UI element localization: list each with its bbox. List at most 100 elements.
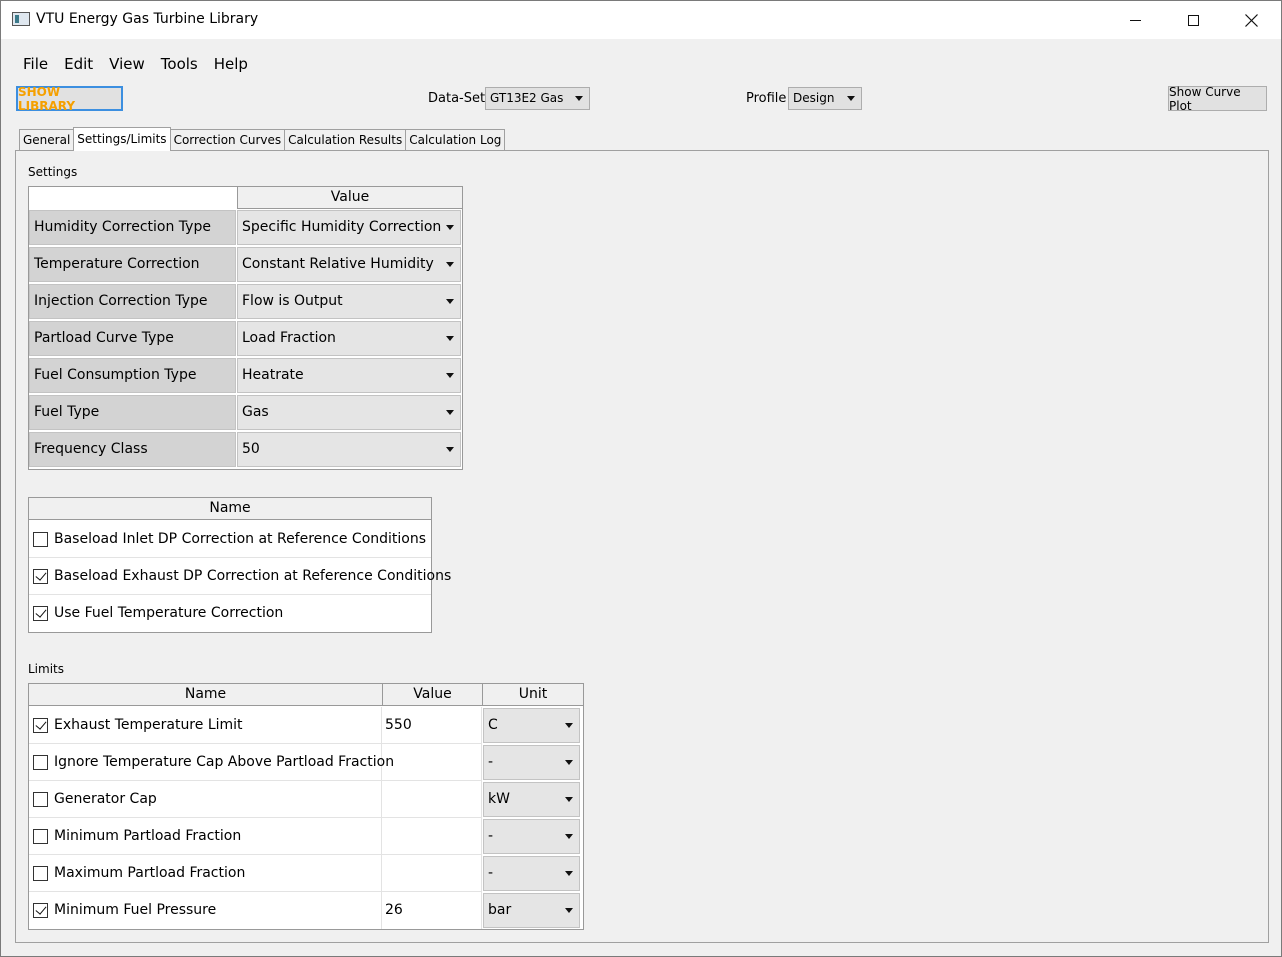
menu-help[interactable]: Help bbox=[206, 53, 256, 77]
setting-value: 50 bbox=[242, 441, 260, 457]
tab-correction-curves[interactable]: Correction Curves bbox=[169, 129, 286, 151]
limit-value-input[interactable]: 26 bbox=[382, 892, 482, 929]
checkbox[interactable] bbox=[33, 792, 48, 807]
limit-name-cell[interactable]: Ignore Temperature Cap Above Partload Fr… bbox=[29, 744, 394, 781]
list-item[interactable]: Baseload Exhaust DP Correction at Refere… bbox=[29, 558, 451, 595]
chevron-down-icon bbox=[446, 410, 454, 415]
setting-value-select[interactable]: Constant Relative Humidity bbox=[237, 247, 461, 282]
setting-name: Injection Correction Type bbox=[29, 284, 236, 319]
table-row: Minimum Partload Fraction - bbox=[29, 818, 582, 855]
setting-name: Frequency Class bbox=[29, 432, 236, 467]
limit-name-cell[interactable]: Exhaust Temperature Limit bbox=[29, 707, 382, 744]
limit-unit: - bbox=[488, 828, 494, 844]
table-row: Minimum Fuel Pressure 26 bar bbox=[29, 892, 582, 929]
checkbox[interactable] bbox=[33, 829, 48, 844]
limit-name: Exhaust Temperature Limit bbox=[54, 717, 243, 733]
limit-unit-select[interactable]: - bbox=[483, 819, 580, 854]
title-bar: VTU Energy Gas Turbine Library bbox=[1, 1, 1281, 39]
profile-label: Profile bbox=[746, 91, 787, 106]
setting-value-select[interactable]: 50 bbox=[237, 432, 461, 467]
settings-limits-panel: Settings Value Humidity Correction Type … bbox=[15, 150, 1269, 943]
tab-general[interactable]: General bbox=[19, 129, 75, 151]
limit-name: Minimum Partload Fraction bbox=[54, 828, 242, 844]
minimize-button[interactable] bbox=[1106, 1, 1164, 39]
menu-file[interactable]: File bbox=[15, 53, 56, 77]
menu-view[interactable]: View bbox=[101, 53, 153, 77]
checkbox[interactable] bbox=[33, 532, 48, 547]
limits-section-label: Limits bbox=[28, 662, 64, 676]
option-label: Baseload Exhaust DP Correction at Refere… bbox=[54, 568, 452, 584]
checkbox[interactable] bbox=[33, 718, 48, 733]
chevron-down-icon bbox=[446, 373, 454, 378]
setting-value: Gas bbox=[242, 404, 269, 420]
settings-value-header: Value bbox=[237, 187, 462, 209]
limit-value-input[interactable] bbox=[382, 855, 482, 892]
limit-name-cell[interactable]: Minimum Fuel Pressure bbox=[29, 892, 382, 929]
app-icon bbox=[12, 12, 30, 26]
limit-unit-select[interactable]: bar bbox=[483, 893, 580, 928]
checkbox[interactable] bbox=[33, 569, 48, 584]
limit-value-input[interactable]: 550 bbox=[382, 707, 482, 744]
table-row: Maximum Partload Fraction - bbox=[29, 855, 582, 892]
list-item[interactable]: Use Fuel Temperature Correction bbox=[29, 595, 431, 632]
chevron-down-icon bbox=[565, 760, 573, 765]
setting-value-select[interactable]: Specific Humidity Correction bbox=[237, 210, 461, 245]
chevron-down-icon bbox=[446, 299, 454, 304]
show-library-button[interactable]: SHOW LIBRARY bbox=[16, 85, 123, 113]
checkbox[interactable] bbox=[33, 755, 48, 770]
setting-value-select[interactable]: Gas bbox=[237, 395, 461, 430]
maximize-icon bbox=[1187, 14, 1199, 26]
tab-settings-limits[interactable]: Settings/Limits bbox=[73, 127, 171, 151]
profile-value: Design bbox=[793, 91, 835, 105]
setting-value-select[interactable]: Load Fraction bbox=[237, 321, 461, 356]
setting-value: Flow is Output bbox=[242, 293, 343, 309]
limit-value-input[interactable] bbox=[382, 818, 482, 855]
chevron-down-icon bbox=[446, 447, 454, 452]
setting-name: Partload Curve Type bbox=[29, 321, 236, 356]
setting-value-select[interactable]: Heatrate bbox=[237, 358, 461, 393]
menu-tools[interactable]: Tools bbox=[153, 53, 206, 77]
close-icon bbox=[1244, 13, 1258, 27]
limit-name-cell[interactable]: Minimum Partload Fraction bbox=[29, 818, 382, 855]
setting-value: Load Fraction bbox=[242, 330, 336, 346]
close-button[interactable] bbox=[1222, 1, 1280, 39]
show-curve-plot-button[interactable]: Show Curve Plot bbox=[1168, 85, 1267, 113]
limit-unit-select[interactable]: - bbox=[483, 745, 580, 780]
table-row: Temperature Correction Uses Constant Rel… bbox=[29, 246, 462, 305]
checkbox[interactable] bbox=[33, 606, 48, 621]
setting-name: Humidity Correction Type bbox=[29, 210, 236, 245]
setting-name: Temperature Correction Uses bbox=[29, 247, 236, 305]
limit-unit: - bbox=[488, 754, 494, 770]
checkbox[interactable] bbox=[33, 866, 48, 881]
tab-calculation-results[interactable]: Calculation Results bbox=[284, 129, 407, 151]
chevron-down-icon bbox=[575, 96, 583, 101]
limit-unit-select[interactable]: - bbox=[483, 856, 580, 891]
table-row: Humidity Correction Type Specific Humidi… bbox=[29, 209, 462, 246]
table-row: Ignore Temperature Cap Above Partload Fr… bbox=[29, 744, 582, 781]
dataset-select[interactable]: GT13E2 Gas bbox=[485, 87, 590, 110]
limit-name: Minimum Fuel Pressure bbox=[54, 902, 217, 918]
setting-value-select[interactable]: Flow is Output bbox=[237, 284, 461, 319]
list-item[interactable]: Baseload Inlet DP Correction at Referenc… bbox=[29, 521, 431, 558]
limits-table: Name Value Unit Exhaust Temperature Limi… bbox=[28, 683, 584, 930]
limit-value-input[interactable] bbox=[382, 744, 482, 781]
limit-name: Ignore Temperature Cap Above Partload Fr… bbox=[54, 754, 395, 770]
limit-value-input[interactable] bbox=[382, 781, 482, 818]
menu-edit[interactable]: Edit bbox=[56, 53, 101, 77]
limits-unit-header: Unit bbox=[483, 684, 583, 706]
chevron-down-icon bbox=[565, 834, 573, 839]
limit-unit-select[interactable]: kW bbox=[483, 782, 580, 817]
chevron-down-icon bbox=[847, 96, 855, 101]
limit-unit-select[interactable]: C bbox=[483, 708, 580, 743]
options-table: Name Baseload Inlet DP Correction at Ref… bbox=[28, 497, 451, 633]
option-label: Use Fuel Temperature Correction bbox=[54, 605, 284, 621]
chevron-down-icon bbox=[446, 336, 454, 341]
profile-select[interactable]: Design bbox=[788, 87, 862, 110]
tab-calculation-log[interactable]: Calculation Log bbox=[405, 129, 506, 151]
limit-name-cell[interactable]: Generator Cap bbox=[29, 781, 382, 818]
checkbox[interactable] bbox=[33, 903, 48, 918]
limit-unit: kW bbox=[488, 791, 510, 807]
maximize-button[interactable] bbox=[1164, 1, 1222, 39]
chevron-down-icon bbox=[446, 262, 454, 267]
limit-name-cell[interactable]: Maximum Partload Fraction bbox=[29, 855, 382, 892]
